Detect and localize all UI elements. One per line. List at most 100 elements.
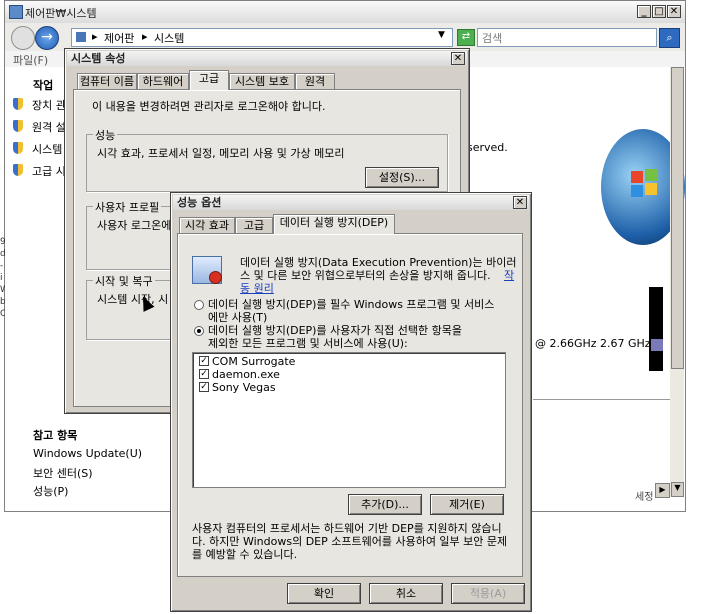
system-properties-titlebar[interactable]: 시스템 속성 ✕ xyxy=(67,51,467,66)
divider-line xyxy=(533,399,671,400)
close-button[interactable]: ✕ xyxy=(667,5,681,18)
cancel-button[interactable]: 취소 xyxy=(369,583,443,604)
performance-description: 시각 효과, 프로세서 일정, 메모리 사용 및 가상 메모리 xyxy=(97,147,345,160)
cpu-speed-b: 2.67 GHz xyxy=(600,337,651,350)
search-icon: ⌕ xyxy=(666,31,673,44)
dep-tab-panel: 데이터 실행 방지(Data Execution Prevention)는 바이… xyxy=(177,233,523,577)
breadcrumb-separator-icon: ▸ xyxy=(92,30,98,43)
admin-note: 이 내용을 변경하려면 관리자로 로그온해야 합니다. xyxy=(92,100,326,113)
shield-icon xyxy=(13,120,23,132)
startup-recovery-description: 시스템 시작, 시 xyxy=(97,293,169,306)
window-app-icon xyxy=(9,5,23,19)
address-bar[interactable]: ▸ 제어판 ▸ 시스템 ▼ xyxy=(71,28,453,47)
add-program-button[interactable]: 추가(D)... xyxy=(348,494,422,515)
cpu-speed-a: @ 2.66GHz xyxy=(535,337,597,350)
logo-flag-blue xyxy=(631,185,643,197)
link-windows-update[interactable]: Windows Update(U) xyxy=(33,447,142,460)
program-checkbox[interactable]: ✓ xyxy=(199,356,209,366)
strip-char: - xyxy=(0,261,4,271)
task-pane: 작업 장치 관 원격 설 시스템 고급 시 참고 항목 Windows Upda… xyxy=(5,67,142,511)
scroll-thumb[interactable] xyxy=(671,67,684,369)
control-panel-title: 제어판₩시스템 xyxy=(25,7,97,20)
search-input[interactable]: 검색 xyxy=(477,28,657,47)
scroll-right-button[interactable]: ▶ xyxy=(655,483,670,498)
list-item[interactable]: ✓ COM Surrogate xyxy=(199,355,489,368)
breadcrumb-system[interactable]: 시스템 xyxy=(154,30,184,46)
copyright-fragment: served. xyxy=(467,141,508,154)
processor-note-line3: 를 예방할 수 있습니다. xyxy=(192,548,298,561)
breadcrumb-control-panel[interactable]: 제어판 xyxy=(104,30,134,46)
scroll-down-button[interactable]: ▼ xyxy=(671,482,684,497)
tab-dep[interactable]: 데이터 실행 방지(DEP) xyxy=(273,214,395,234)
dep-all-except-label-2[interactable]: 제외한 모든 프로그램 및 서비스에 사용(U): xyxy=(208,335,408,351)
tab-hardware[interactable]: 하드웨어 xyxy=(137,73,189,90)
stop-icon xyxy=(209,271,222,284)
performance-options-titlebar[interactable]: 성능 옵션 ✕ xyxy=(173,195,529,210)
refresh-button[interactable]: ⇄ xyxy=(457,29,475,46)
exception-list[interactable]: ✓ COM Surrogate ✓ daemon.exe ✓ Sony Vega… xyxy=(192,352,506,488)
strip-char: b xyxy=(0,297,5,307)
apply-button[interactable]: 적용(A) xyxy=(451,583,525,604)
strip-char: d xyxy=(0,249,5,259)
tab-visual-effects[interactable]: 시각 효과 xyxy=(179,217,235,234)
remove-program-button[interactable]: 제거(E) xyxy=(430,494,504,515)
tab-advanced[interactable]: 고급 xyxy=(189,70,229,90)
close-button[interactable]: ✕ xyxy=(451,52,465,65)
shield-icon xyxy=(13,98,23,110)
rating-bar xyxy=(649,287,663,371)
list-item[interactable]: ✓ daemon.exe xyxy=(199,368,489,381)
startup-recovery-title: 시작 및 복구 xyxy=(93,273,155,289)
tab-remote[interactable]: 원격 xyxy=(295,73,335,90)
strip-char: i xyxy=(0,273,3,283)
minimize-button[interactable]: _ xyxy=(637,5,651,18)
performance-options-dialog: 성능 옵션 ✕ 시각 효과 고급 데이터 실행 방지(DEP) 데이터 실행 방… xyxy=(170,192,532,612)
search-button[interactable]: ⌕ xyxy=(659,28,680,48)
dep-essential-only-radio[interactable] xyxy=(194,300,204,310)
logo-flag-green xyxy=(645,169,657,181)
chevron-down-icon[interactable]: ▼ xyxy=(438,30,445,40)
maximize-button[interactable]: □ xyxy=(652,5,666,18)
tasks-heading: 작업 xyxy=(33,79,54,92)
dep-icon xyxy=(192,256,222,284)
performance-group-title: 성능 xyxy=(93,127,118,143)
program-name: COM Surrogate xyxy=(212,355,296,368)
program-name: Sony Vegas xyxy=(212,381,276,394)
list-item[interactable]: ✓ Sony Vegas xyxy=(199,381,489,394)
program-checkbox[interactable]: ✓ xyxy=(199,369,209,379)
scrollbar[interactable]: ▼ xyxy=(670,67,684,497)
tab-advanced[interactable]: 고급 xyxy=(235,217,273,234)
strip-char: C xyxy=(0,309,5,319)
logo-flag-red xyxy=(631,171,643,183)
tab-computer-name[interactable]: 컴퓨터 이름 xyxy=(77,73,137,90)
menu-file[interactable]: 파일(F) xyxy=(13,52,48,68)
logo-flag-yellow xyxy=(645,183,657,195)
strip-char: 9 xyxy=(0,237,5,247)
how-it-works-link-part2[interactable]: 동 원리 xyxy=(240,280,274,296)
forward-arrow-icon: → xyxy=(41,29,53,45)
ok-button[interactable]: 확인 xyxy=(287,583,361,604)
tab-system-protection[interactable]: 시스템 보호 xyxy=(229,73,295,90)
control-panel-titlebar[interactable]: 제어판₩시스템 _ □ ✕ xyxy=(5,1,685,24)
program-checkbox[interactable]: ✓ xyxy=(199,382,209,392)
forward-button[interactable]: → xyxy=(35,26,59,50)
how-it-works-link-part1[interactable]: 작 xyxy=(504,267,514,283)
link-security-center[interactable]: 보안 센터(S) xyxy=(33,465,93,481)
back-button[interactable] xyxy=(11,26,35,50)
task-label: 고급 시 xyxy=(32,165,66,178)
see-also-heading: 참고 항목 xyxy=(33,429,78,442)
system-properties-title: 시스템 속성 xyxy=(71,52,126,65)
performance-options-title: 성능 옵션 xyxy=(177,196,222,209)
dep-description-line2: 스 및 다른 보안 위협으로부터의 손상을 방지해 줍니다. xyxy=(240,269,491,282)
control-panel-icon xyxy=(76,32,86,42)
shield-icon xyxy=(13,142,23,154)
program-name: daemon.exe xyxy=(212,368,280,381)
dep-all-except-radio[interactable] xyxy=(194,326,204,336)
close-button[interactable]: ✕ xyxy=(513,196,527,209)
search-placeholder: 검색 xyxy=(482,32,503,45)
shield-icon xyxy=(13,164,23,176)
refresh-icon: ⇄ xyxy=(461,31,471,42)
user-profiles-title: 사용자 프로필 xyxy=(93,199,162,215)
breadcrumb-separator-icon: ▸ xyxy=(142,30,148,43)
link-performance[interactable]: 성능(P) xyxy=(33,483,68,499)
performance-settings-button[interactable]: 설정(S)... xyxy=(365,167,439,188)
